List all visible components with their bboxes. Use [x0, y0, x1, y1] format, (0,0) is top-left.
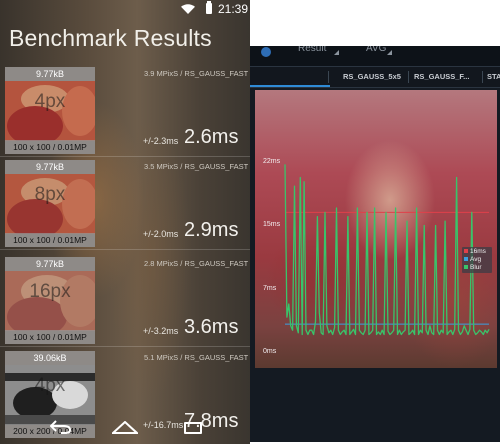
app-logo-icon	[261, 47, 271, 57]
aggregate-spinner[interactable]: AVG	[366, 46, 386, 54]
result-thumbnail: 9.77kB 16px 100 x 100 / 0.01MP	[5, 257, 95, 344]
row-time: 2.9ms	[184, 219, 239, 241]
row-metadata: 3.9 MPixS / RS_GAUSS_FAST	[144, 69, 249, 78]
file-size-label: 9.77kB	[5, 67, 95, 81]
blur-radius-label: 4px	[34, 375, 66, 396]
tab-rs-gauss-fast[interactable]: RS_GAUSS_F...	[414, 72, 469, 81]
row-time: 3.6ms	[184, 316, 239, 338]
page-title: Benchmark Results	[9, 25, 212, 51]
back-icon[interactable]	[50, 420, 72, 434]
row-time: 2.6ms	[184, 126, 239, 148]
y-tick-label: 7ms	[263, 285, 277, 292]
row-metadata: 5.1 MPixS / RS_GAUSS_FAST	[144, 353, 249, 362]
tab-bar: RS_GAUSS_5x5 RS_GAUSS_F... STA	[250, 66, 500, 88]
wifi-icon	[181, 4, 195, 14]
row-error-margin: +/-3.2ms	[143, 326, 179, 336]
legend-item-blur: Blur	[464, 264, 482, 271]
tab-separator	[328, 71, 329, 83]
legend-label: 16ms	[470, 248, 486, 255]
y-tick-label: 15ms	[263, 221, 281, 228]
file-size-label: 39.06kB	[5, 351, 95, 365]
battery-icon	[206, 1, 212, 14]
tab-separator	[482, 71, 483, 83]
row-metadata: 3.5 MPixS / RS_GAUSS_FAST	[144, 162, 249, 171]
dimensions-label: 100 x 100 / 0.01MP	[5, 233, 95, 247]
row-divider	[0, 249, 250, 250]
legend-item-avg: Avg	[464, 256, 481, 263]
status-bar: 21:39	[0, 0, 250, 18]
row-divider	[0, 156, 250, 157]
legend-label: Blur	[470, 264, 482, 271]
tab-selection-indicator	[250, 85, 330, 87]
toolbar: Result AVG	[250, 46, 500, 66]
spinner-caret-icon	[387, 50, 392, 55]
result-row[interactable]: 9.77kB 16px 100 x 100 / 0.01MP 2.8 MPixS…	[0, 257, 250, 347]
y-tick-label: 22ms	[263, 158, 281, 165]
blur-radius-label: 16px	[29, 281, 71, 302]
result-thumbnail: 9.77kB 4px 100 x 100 / 0.01MP	[5, 67, 95, 154]
dimensions-label: 100 x 100 / 0.01MP	[5, 140, 95, 154]
file-size-label: 9.77kB	[5, 160, 95, 174]
graph-screen: Result AVG RS_GAUSS_5x5 RS_GAUSS_F... ST…	[250, 46, 500, 442]
recent-apps-icon[interactable]	[184, 422, 202, 434]
home-icon[interactable]	[112, 421, 138, 434]
result-spinner[interactable]: Result	[298, 46, 326, 54]
benchmark-chart: 22ms 15ms 7ms 0ms 16ms Avg Blur	[255, 90, 497, 368]
chart-svg: 22ms 15ms 7ms 0ms	[263, 158, 490, 355]
benchmark-results-screen: 21:39 Benchmark Results 9.77kB 4px 100 x…	[0, 0, 250, 444]
result-row[interactable]: 9.77kB 4px 100 x 100 / 0.01MP 3.9 MPixS …	[0, 67, 250, 157]
row-metadata: 2.8 MPixS / RS_GAUSS_FAST	[144, 259, 249, 268]
result-row[interactable]: 9.77kB 8px 100 x 100 / 0.01MP 3.5 MPixS …	[0, 160, 250, 250]
status-clock: 21:39	[218, 2, 249, 16]
blur-radius-label: 8px	[34, 184, 66, 205]
row-divider	[0, 346, 250, 347]
legend-item-16ms: 16ms	[464, 248, 486, 255]
row-error-margin: +/-2.3ms	[143, 136, 179, 146]
dimensions-label: 100 x 100 / 0.01MP	[5, 330, 95, 344]
row-error-margin: +/-2.0ms	[143, 229, 179, 239]
legend-label: Avg	[470, 256, 482, 263]
series-line-blur	[284, 164, 490, 336]
tab-rs-gauss-5x5[interactable]: RS_GAUSS_5x5	[343, 72, 401, 81]
y-tick-label: 0ms	[263, 348, 277, 355]
tab-sta[interactable]: STA	[487, 72, 500, 81]
file-size-label: 9.77kB	[5, 257, 95, 271]
spinner-caret-icon	[334, 50, 339, 55]
tab-separator	[408, 71, 409, 83]
chart-legend: 16ms Avg Blur	[462, 247, 492, 273]
blur-radius-label: 4px	[34, 91, 66, 112]
result-thumbnail: 9.77kB 8px 100 x 100 / 0.01MP	[5, 160, 95, 247]
